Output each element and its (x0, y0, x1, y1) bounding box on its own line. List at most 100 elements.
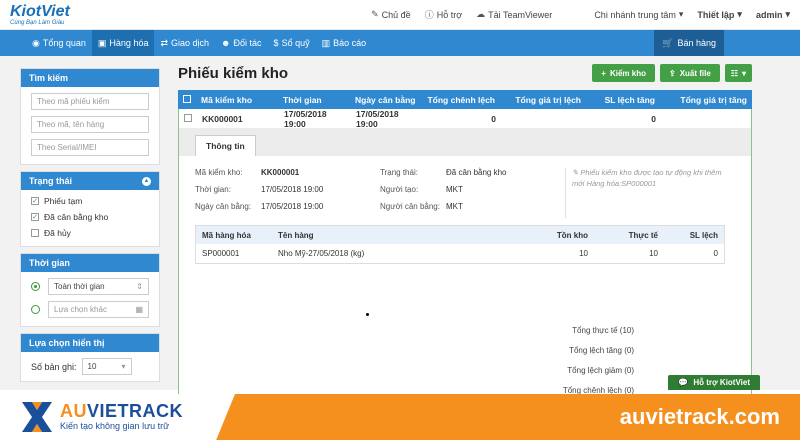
grid-header: Mã kiểm kho Thời gian Ngày cân bằng Tổng… (178, 90, 752, 109)
time-value: 17/05/2018 19:00 (261, 185, 324, 194)
time-other-option[interactable]: Lựa chọn khác ▦ (31, 301, 149, 318)
status-panel-title[interactable]: Trạng thái ▲ (21, 172, 159, 190)
status-panel: Trạng thái ▲ ✓ Phiếu tạm ✓ Đã cân bằng kho … (20, 171, 160, 247)
nav-overview[interactable]: ◉ Tổng quan (26, 30, 92, 56)
status-value: Đã cân bằng kho (446, 168, 507, 177)
cart-icon: 🛒 (662, 37, 674, 48)
button-label: Xuất file (679, 68, 711, 78)
status-draft-checkbox[interactable]: ✓ Phiếu tạm (31, 196, 149, 206)
col-qty-increase[interactable]: SL lệch tăng (586, 95, 660, 105)
chevron-down-icon: ▾ (785, 9, 790, 19)
radio-selected-icon (31, 282, 40, 291)
panel-title-text: Tìm kiếm (29, 73, 69, 83)
time-other-input[interactable]: Lựa chọn khác ▦ (48, 301, 149, 318)
radio-empty-icon (31, 305, 40, 314)
col-time[interactable]: Thời gian (278, 95, 350, 105)
table-row[interactable]: KK000001 17/05/2018 19:00 17/05/2018 19:… (178, 108, 752, 129)
teamviewer-link[interactable]: ☁ Tải TeamViewer (476, 9, 552, 20)
status-balanced-checkbox[interactable]: ✓ Đã cân bằng kho (31, 212, 149, 222)
time-label: Thời gian: (195, 185, 231, 194)
sell-button[interactable]: 🛒 Bán hàng (654, 30, 724, 56)
nav-reports[interactable]: ▥ Báo cáo (316, 30, 373, 56)
plus-icon: + (601, 68, 606, 78)
col-diff: SL lệch (689, 230, 718, 240)
checkbox-label: Đã cân bằng kho (44, 212, 109, 222)
col-stock: Tồn kho (556, 230, 588, 240)
col-code[interactable]: Mã kiểm kho (196, 95, 278, 105)
select-value: 10 (87, 362, 97, 371)
unchecked-icon (31, 229, 39, 237)
branch-label: Chi nhánh trung tâm (594, 9, 676, 20)
calendar-icon: ▦ (135, 305, 143, 314)
balancer-value: MKT (446, 202, 463, 211)
help-label: Hỗ trợ (436, 9, 463, 20)
col-balance-date[interactable]: Ngày cân bằng (350, 95, 422, 105)
input-placeholder: Lựa chọn khác (54, 305, 107, 314)
items-table: Mã hàng hóa Tên hàng Tồn kho Thực tế SL … (195, 225, 725, 264)
row-qty-increase: 0 (651, 113, 656, 124)
chevron-down-icon: ▾ (741, 68, 746, 78)
kiotviet-logo[interactable]: KiotViet Cùng Bạn Làm Giàu (10, 3, 70, 26)
time-all-select[interactable]: Toàn thời gian ⇕ (48, 278, 149, 295)
help-icon: ⓘ (424, 10, 434, 20)
records-select[interactable]: 10 ▾ (81, 358, 132, 375)
help-link[interactable]: ⓘ Hỗ trợ (425, 8, 462, 21)
collapse-icon[interactable]: ▲ (142, 176, 151, 186)
nav-partners[interactable]: ☻ Đối tác (215, 30, 268, 56)
time-panel: Thời gian Toàn thời gian ⇕ Lựa chọn khác ▦ (20, 253, 160, 327)
chevron-down-icon: ▾ (678, 9, 684, 19)
status-cancelled-checkbox[interactable]: Đã hủy (31, 228, 149, 238)
total-actual: Tổng thực tế (10) (572, 326, 634, 335)
note-area[interactable]: ✎ Phiếu kiểm kho được tạo tự động khi th… (565, 168, 735, 218)
input-placeholder: Theo mã phiếu kiểm (37, 97, 110, 106)
button-label: Kiểm kho (609, 68, 646, 78)
detail-panel: Thông tin Mã kiểm kho: KK000001 Thời gian… (178, 128, 752, 405)
search-product-input[interactable]: Theo mã, tên hàng (31, 116, 149, 133)
user-label: admin (755, 9, 783, 20)
time-panel-title: Thời gian (21, 254, 159, 272)
theme-link[interactable]: ✎ Chủ đề (371, 9, 411, 20)
nav-cashbook[interactable]: $ Sổ quỹ (268, 30, 316, 56)
nav-transactions[interactable]: ⇄ Giao dịch (154, 30, 215, 56)
updown-icon: ⇕ (136, 282, 143, 291)
column-toggle-button[interactable]: ☷ ▾ (724, 64, 752, 82)
select-all-checkbox[interactable] (183, 94, 191, 103)
code-value: KK000001 (261, 168, 300, 177)
nav-products[interactable]: ▣ Hàng hóa (91, 30, 155, 56)
total-decrease: Tổng lệch giảm (0) (567, 366, 634, 375)
search-serial-input[interactable]: Theo Serial/IMEI (31, 139, 149, 156)
banner-brand-b: VIETRACK (87, 401, 184, 422)
user-menu[interactable]: admin ▾ (756, 9, 790, 20)
support-label: Hỗ trợ KiotViet (693, 378, 750, 387)
support-chat-button[interactable]: 💬 Hỗ trợ KiotViet (668, 375, 760, 390)
branch-selector[interactable]: Chi nhánh trung tâm ▾ (594, 9, 683, 20)
settings-menu[interactable]: Thiết lập ▾ (697, 9, 742, 20)
export-button[interactable]: ⇪ Xuất file (659, 64, 720, 82)
col-item-code: Mã hàng hóa (202, 230, 251, 240)
item-stock: 10 (579, 249, 588, 258)
nav-label: Báo cáo (333, 38, 367, 48)
search-code-input[interactable]: Theo mã phiếu kiểm (31, 93, 149, 110)
row-time: 17/05/2018 19:00 (284, 108, 327, 129)
col-total-diff[interactable]: Tổng chênh lệch (422, 95, 500, 105)
display-panel: Lựa chọn hiển thị Số bản ghi: 10 ▾ (20, 333, 160, 382)
status-label: Trạng thái: (380, 168, 418, 177)
page-title: Phiếu kiểm kho (178, 64, 289, 82)
tab-info[interactable]: Thông tin (195, 135, 256, 156)
add-check-button[interactable]: + Kiểm kho (592, 64, 655, 82)
brand-slogan: Cùng Bạn Làm Giàu (10, 19, 65, 26)
pen-icon: ✎ (371, 9, 379, 19)
sidebar: Tìm kiếm Theo mã phiếu kiểm Theo mã, tên… (20, 68, 160, 390)
row-checkbox[interactable] (184, 113, 192, 122)
col-total-value-increase[interactable]: Tổng giá trị tăng (660, 95, 752, 105)
col-total-value-diff[interactable]: Tổng giá trị lệch (500, 95, 586, 105)
panel-title-text: Thời gian (29, 258, 70, 268)
row-code: KK000001 (202, 113, 243, 124)
time-all-option[interactable]: Toàn thời gian ⇕ (31, 278, 149, 295)
mouse-cursor (366, 313, 369, 316)
banner-brand: AUVIETRACK (60, 401, 184, 422)
code-label: Mã kiểm kho: (195, 168, 243, 177)
item-name: Nho Mỹ-27/05/2018 (kg) (278, 249, 365, 258)
checked-icon: ✓ (31, 213, 39, 221)
banner-tagline: Kiến tạo không gian lưu trữ (60, 420, 170, 431)
